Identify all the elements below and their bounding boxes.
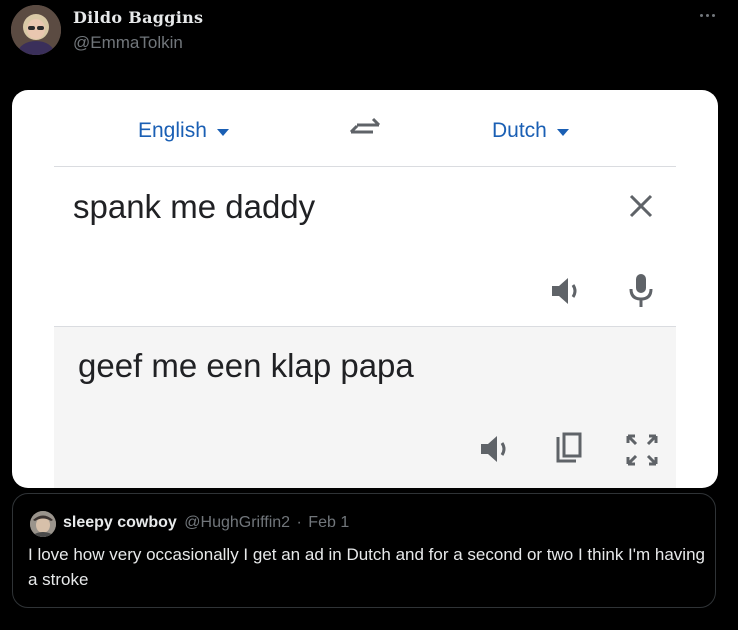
quoted-author-handle[interactable]: @HughGriffin2 bbox=[184, 514, 290, 531]
translated-text: geef me een klap papa bbox=[78, 347, 414, 384]
source-language-label: English bbox=[138, 119, 207, 142]
author-handle[interactable]: @EmmaTolkin bbox=[73, 33, 183, 53]
author-avatar-image bbox=[11, 5, 61, 55]
source-text: spank me daddy bbox=[73, 188, 316, 225]
target-language-label: Dutch bbox=[492, 119, 547, 142]
more-horizontal-icon[interactable] bbox=[694, 4, 720, 26]
divider bbox=[54, 166, 676, 167]
chevron-down-icon bbox=[556, 129, 569, 136]
target-language-selector: Dutch bbox=[492, 119, 569, 143]
quoted-tweet-meta: sleepy cowboy @HughGriffin2 · Feb 1 bbox=[63, 514, 349, 532]
language-bar: English Dutch bbox=[12, 90, 718, 168]
clear-icon bbox=[629, 194, 653, 218]
translation-result-panel: geef me een klap papa bbox=[54, 326, 676, 488]
quoted-tweet-date[interactable]: Feb 1 bbox=[308, 514, 349, 531]
quoted-author-name[interactable]: sleepy cowboy bbox=[63, 514, 177, 531]
chevron-down-icon bbox=[216, 129, 229, 136]
microphone-icon bbox=[629, 274, 653, 307]
fullscreen-icon bbox=[626, 434, 658, 466]
meta-separator: · bbox=[296, 514, 302, 531]
quoted-author-avatar-image bbox=[30, 511, 56, 537]
quoted-tweet[interactable]: sleepy cowboy @HughGriffin2 · Feb 1 I lo… bbox=[12, 493, 716, 608]
quoted-author-avatar[interactable] bbox=[30, 511, 56, 537]
speaker-icon bbox=[552, 278, 577, 304]
swap-languages-icon bbox=[349, 117, 381, 134]
source-language-selector: English bbox=[138, 119, 229, 143]
copy-icon bbox=[556, 432, 582, 463]
author-display-name[interactable]: Dildo Baggins bbox=[73, 8, 203, 27]
tweet-media-image[interactable]: English Dutch spank me daddy geef me een… bbox=[12, 90, 718, 488]
author-avatar[interactable] bbox=[11, 5, 61, 55]
speaker-icon bbox=[481, 436, 506, 462]
quoted-tweet-text: I love how very occasionally I get an ad… bbox=[28, 545, 705, 589]
